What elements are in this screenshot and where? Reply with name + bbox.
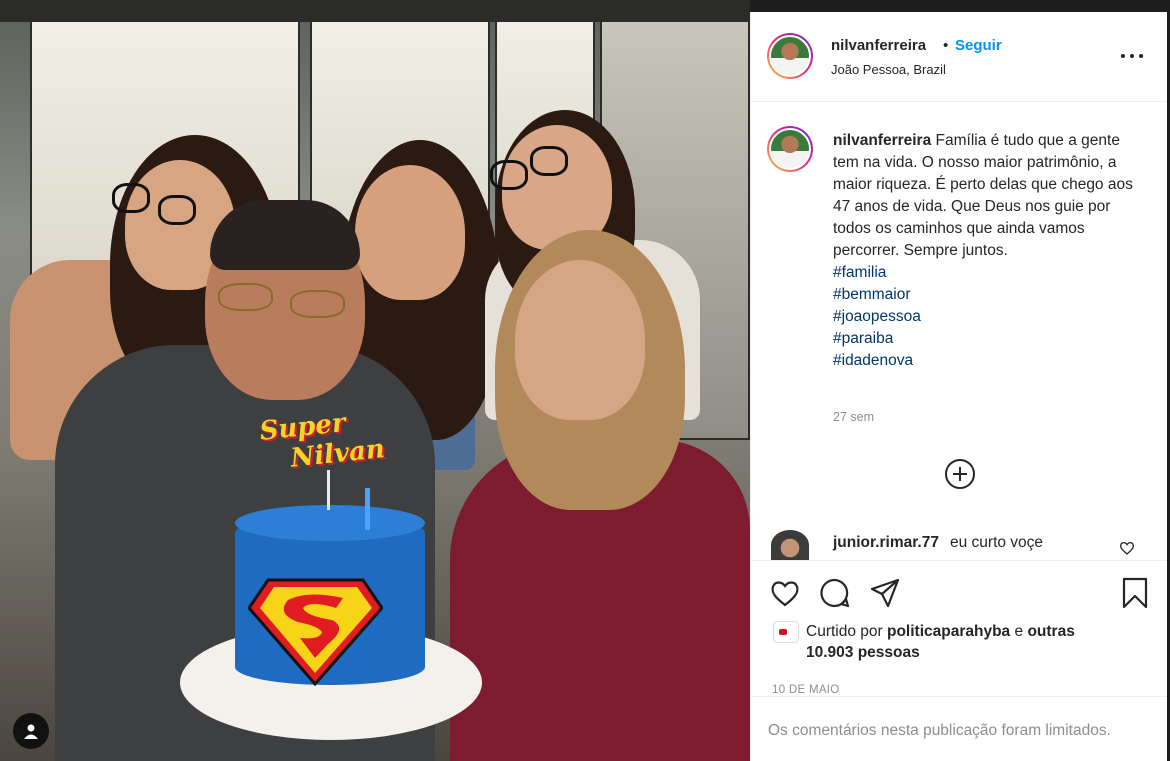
liker-username[interactable]: politicaparahyba xyxy=(887,623,1010,640)
hashtag-link[interactable]: #idadenova xyxy=(833,350,1143,372)
comment-text: eu curto voçe xyxy=(950,534,1044,551)
separator-dot: • xyxy=(943,37,949,54)
comments-limited-text: Os comentários nesta publicação foram li… xyxy=(768,722,1111,739)
glasses xyxy=(158,195,196,225)
tagged-users-icon[interactable] xyxy=(13,713,49,749)
hashtag-link[interactable]: #bemmaior xyxy=(833,284,1143,306)
superman-logo-icon xyxy=(248,578,383,686)
action-bar: Curtido por politicaparahyba e outras 10… xyxy=(751,560,1167,696)
load-more-comments-icon[interactable] xyxy=(945,459,975,489)
user-icon xyxy=(24,724,38,739)
bookmark-icon[interactable] xyxy=(1119,577,1151,609)
post-location[interactable]: João Pessoa, Brazil xyxy=(831,62,946,77)
caption-section: nilvanferreira Família é tudo que a gent… xyxy=(751,102,1167,560)
glasses xyxy=(112,183,150,213)
comments-limited-notice: Os comentários nesta publicação foram li… xyxy=(751,696,1167,761)
likes-prefix: Curtido por xyxy=(806,623,883,640)
hashtag-link[interactable]: #joaopessoa xyxy=(833,306,1143,328)
commenter-avatar[interactable] xyxy=(771,530,809,560)
author-username[interactable]: nilvanferreira xyxy=(831,37,926,54)
glasses xyxy=(530,146,568,176)
person-man-hair xyxy=(210,200,360,270)
caption-body: Família é tudo que a gente tem na vida. … xyxy=(833,132,1133,259)
more-horizontal-icon[interactable] xyxy=(1121,46,1145,66)
liker-avatar[interactable] xyxy=(773,621,799,643)
follow-button[interactable]: Seguir xyxy=(955,37,1002,54)
comment-row: junior.rimar.77 eu curto voçe xyxy=(751,528,1167,562)
glasses xyxy=(490,160,528,190)
cake-topper: Super Nilvan xyxy=(258,403,396,496)
person-girl-middle-face xyxy=(355,165,465,300)
caption-username[interactable]: nilvanferreira xyxy=(833,132,931,149)
likes-summary: Curtido por politicaparahyba e outras 10… xyxy=(806,621,1106,663)
caption-timestamp[interactable]: 27 sem xyxy=(833,410,874,424)
share-icon[interactable] xyxy=(869,577,901,609)
glasses xyxy=(290,290,345,318)
heart-icon[interactable] xyxy=(769,577,801,609)
glasses xyxy=(218,283,273,311)
author-avatar[interactable] xyxy=(767,126,813,172)
hashtag-link[interactable]: #familia xyxy=(833,262,1143,284)
window-frame xyxy=(0,0,750,22)
caption-text: nilvanferreira Família é tudo que a gent… xyxy=(833,130,1143,372)
post-date[interactable]: 10 DE MAIO xyxy=(772,684,840,696)
comment-like-heart-icon[interactable] xyxy=(1119,540,1135,556)
cake-top xyxy=(235,505,425,541)
post-photo[interactable]: Super Nilvan xyxy=(0,0,750,761)
post-side-panel: nilvanferreira • Seguir João Pessoa, Bra… xyxy=(750,12,1167,761)
person-woman-face xyxy=(515,260,645,420)
likes-conjunction: e xyxy=(1014,623,1024,640)
hashtag-link[interactable]: #paraiba xyxy=(833,328,1143,350)
comment-icon[interactable] xyxy=(819,577,851,609)
commenter-username[interactable]: junior.rimar.77 xyxy=(833,534,939,552)
author-avatar[interactable] xyxy=(767,33,813,79)
post-header: nilvanferreira • Seguir João Pessoa, Bra… xyxy=(751,12,1167,102)
candle xyxy=(365,488,370,530)
